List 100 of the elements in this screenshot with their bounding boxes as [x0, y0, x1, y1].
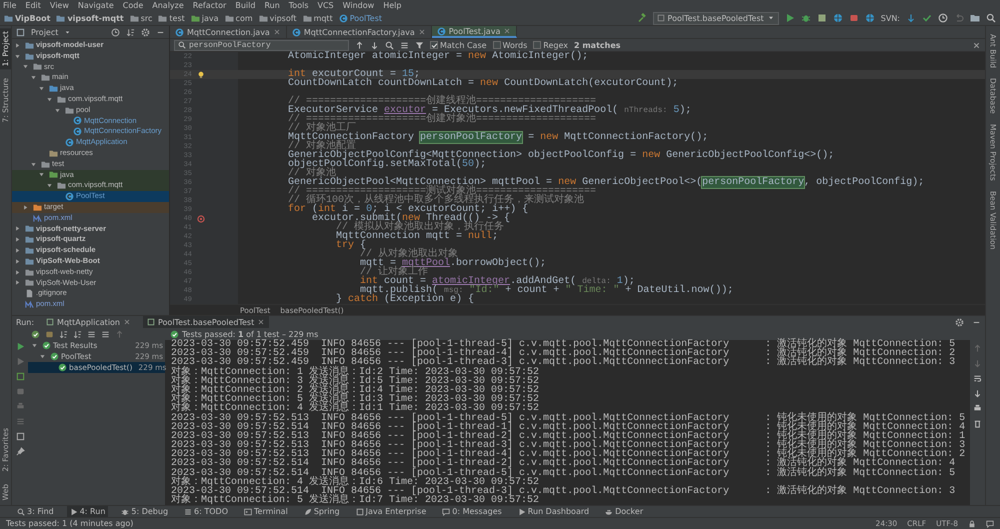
tool-window-tab[interactable]: Docker: [602, 506, 646, 517]
menu-item[interactable]: Refactor: [192, 1, 226, 10]
pin-icon[interactable]: [16, 447, 24, 456]
menu-item[interactable]: Code: [122, 1, 144, 10]
settings-icon[interactable]: [141, 28, 150, 36]
editor-tab[interactable]: PoolTest.java: [432, 26, 518, 38]
print-icon[interactable]: [973, 404, 982, 413]
checkbox[interactable]: [533, 41, 542, 49]
editor-tab[interactable]: MqttConnectionFactory.java: [286, 26, 432, 38]
menu-item[interactable]: VCS: [318, 1, 334, 10]
tool-window-tab[interactable]: 4: Run: [66, 506, 108, 517]
breadcrumb-item[interactable]: java: [190, 14, 219, 22]
close-icon[interactable]: [123, 318, 131, 326]
tool-window-tab[interactable]: Java Enterprise: [352, 506, 430, 517]
hammer-icon[interactable]: [636, 13, 647, 23]
expand-arrow-icon[interactable]: [14, 268, 21, 276]
collapse-arrow-icon[interactable]: [39, 353, 46, 360]
collapse-all-icon[interactable]: [101, 330, 110, 338]
tool-window-tab[interactable]: Spring: [300, 506, 343, 517]
run-tab[interactable]: MqttApplication: [42, 316, 135, 328]
sort-duration-icon[interactable]: [73, 330, 82, 338]
run-icon[interactable]: [784, 13, 795, 23]
breadcrumb-item[interactable]: vipsoft-mqtt: [56, 14, 124, 22]
expand-arrow-icon[interactable]: [22, 204, 29, 211]
breadcrumb-item[interactable]: src: [130, 14, 152, 22]
sort-icon[interactable]: [59, 330, 68, 338]
previous-match-icon[interactable]: [355, 40, 364, 50]
expand-arrow-icon[interactable]: [14, 225, 21, 232]
menu-item[interactable]: View: [50, 1, 69, 10]
breadcrumb-item[interactable]: test: [158, 14, 185, 22]
collapse-arrow-icon[interactable]: [38, 171, 45, 178]
run-config-dropdown[interactable]: PoolTest.basePooledTest: [652, 12, 779, 24]
project-structure-icon[interactable]: [970, 13, 980, 23]
search-icon[interactable]: [986, 13, 996, 23]
checkbox[interactable]: [430, 41, 438, 49]
expand-all-icon[interactable]: [87, 330, 96, 338]
caret-icon[interactable]: [64, 28, 72, 36]
run-tab[interactable]: PoolTest.basePooledTest: [143, 316, 270, 328]
collapse-all-icon[interactable]: [126, 28, 135, 36]
event-log-icon[interactable]: [986, 520, 994, 528]
collapse-arrow-icon[interactable]: [22, 63, 29, 70]
breadcrumb-item[interactable]: mqtt: [302, 14, 333, 22]
trash-icon[interactable]: [973, 419, 982, 428]
collapse-arrow-icon[interactable]: [46, 96, 53, 103]
tool-window-tab[interactable]: 6: TODO: [181, 506, 231, 517]
collapse-arrow-icon[interactable]: [31, 342, 38, 349]
scroll-to-end-icon[interactable]: [973, 389, 982, 398]
close-icon[interactable]: [272, 28, 281, 36]
breadcrumb-item[interactable]: PoolTest: [338, 14, 382, 22]
breadcrumb-item[interactable]: vipsoft: [258, 14, 297, 22]
menu-item[interactable]: Window: [342, 1, 374, 10]
expand-arrow-icon[interactable]: [14, 42, 21, 49]
close-icon[interactable]: [418, 28, 426, 36]
tool-window-tab[interactable]: 5: Debug: [118, 506, 172, 517]
expand-arrow-icon[interactable]: [14, 247, 21, 254]
tool-window-tab[interactable]: 3: Find: [14, 506, 57, 517]
menu-item[interactable]: Navigate: [78, 1, 114, 10]
expand-arrow-icon[interactable]: [14, 258, 21, 265]
menu-item[interactable]: Help: [383, 1, 402, 10]
project-panel-title[interactable]: Project: [31, 28, 58, 36]
collapse-arrow-icon[interactable]: [30, 160, 37, 168]
next-match-icon[interactable]: [370, 40, 379, 50]
lock-icon[interactable]: [968, 520, 976, 528]
lightbulb-icon[interactable]: [197, 70, 205, 78]
commit-icon[interactable]: [922, 13, 932, 23]
collapse-arrow-icon[interactable]: [14, 52, 21, 60]
menu-item[interactable]: Build: [235, 1, 256, 10]
stop-icon[interactable]: [848, 13, 859, 23]
tool-window-tab[interactable]: 0: Messages: [439, 506, 505, 517]
search-field[interactable]: personPoolFactory: [174, 40, 349, 50]
expand-arrow-icon[interactable]: [14, 279, 21, 286]
search-option[interactable]: Match Case: [430, 40, 487, 50]
update-icon[interactable]: [906, 13, 916, 23]
menu-item[interactable]: Edit: [25, 1, 41, 10]
menu-item[interactable]: Tools: [288, 1, 308, 10]
search-option[interactable]: Regex: [533, 40, 568, 50]
checkbox[interactable]: [492, 41, 501, 49]
add-selection-icon[interactable]: [400, 40, 409, 50]
history-icon[interactable]: [938, 13, 948, 23]
find-all-icon[interactable]: [385, 40, 394, 50]
editor-tab[interactable]: MqttConnection.java: [170, 26, 287, 38]
rerun-icon[interactable]: [16, 342, 24, 351]
tool-window-tab[interactable]: Terminal: [241, 506, 291, 517]
collapse-arrow-icon[interactable]: [30, 74, 37, 82]
menu-item[interactable]: Analyze: [152, 1, 184, 10]
soft-wrap-icon[interactable]: [973, 374, 982, 383]
close-icon[interactable]: [257, 318, 266, 326]
menu-item[interactable]: Run: [264, 1, 280, 10]
menu-item[interactable]: File: [3, 1, 16, 10]
settings-icon[interactable]: [955, 318, 964, 326]
breadcrumb-item[interactable]: VipBoot: [4, 14, 50, 22]
close-icon[interactable]: [503, 27, 512, 35]
collapse-arrow-icon[interactable]: [38, 85, 45, 92]
collapse-arrow-icon[interactable]: [46, 182, 53, 190]
search-option[interactable]: Words: [492, 40, 528, 50]
breadcrumb-item[interactable]: com: [224, 14, 253, 22]
show-passed-icon[interactable]: [31, 330, 40, 338]
lambda-marker-icon[interactable]: [197, 214, 205, 222]
close-icon[interactable]: [972, 40, 981, 50]
tool-window-tab[interactable]: Run Dashboard: [514, 506, 592, 517]
